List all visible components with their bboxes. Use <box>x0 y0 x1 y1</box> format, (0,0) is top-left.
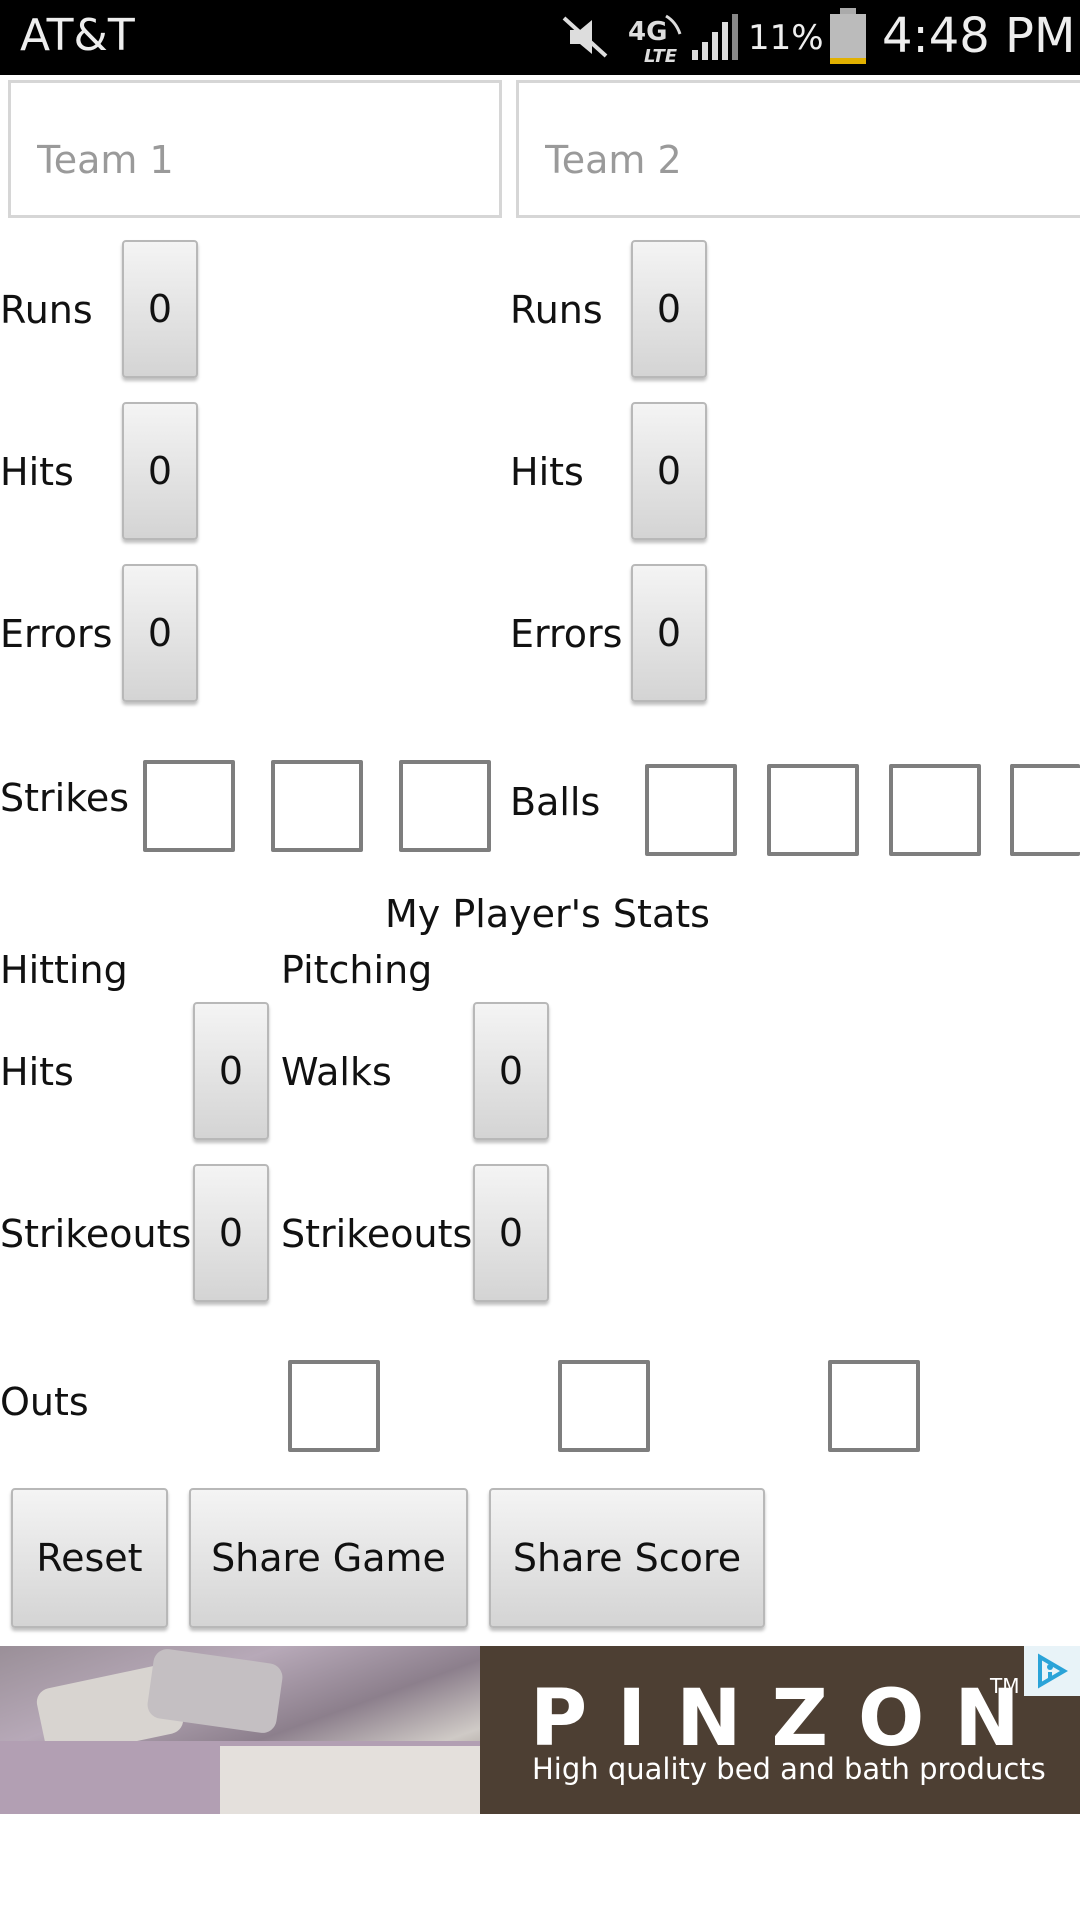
out-checkbox-2[interactable] <box>558 1360 650 1452</box>
strike-checkbox-3[interactable] <box>399 760 491 852</box>
status-bar: AT&T 4G LTE 11% 4:48 PM <box>0 0 1080 75</box>
svg-text:LTE: LTE <box>644 46 678 66</box>
strike-checkbox-2[interactable] <box>271 760 363 852</box>
share-score-button[interactable]: Share Score <box>489 1488 765 1628</box>
battery-percent: 11% <box>748 18 824 58</box>
signal-icon <box>690 14 738 66</box>
ad-bedding-photo <box>0 1646 480 1814</box>
ball-checkbox-3[interactable] <box>889 764 981 856</box>
pitching-strikeouts-counter[interactable]: 0 <box>473 1164 549 1302</box>
team1-errors-label: Errors <box>0 612 113 656</box>
battery-icon <box>828 8 868 68</box>
pitching-header: Pitching <box>281 948 433 992</box>
svg-text:4G: 4G <box>628 17 667 47</box>
hitting-hits-counter[interactable]: 0 <box>193 1002 269 1140</box>
outs-label: Outs <box>0 1380 89 1424</box>
out-checkbox-1[interactable] <box>288 1360 380 1452</box>
ad-tagline: High quality bed and bath products <box>532 1752 1046 1786</box>
team2-runs-counter[interactable]: 0 <box>631 240 707 378</box>
ball-checkbox-4[interactable] <box>1010 764 1080 856</box>
team1-runs-counter[interactable]: 0 <box>122 240 198 378</box>
carrier-label: AT&T <box>20 10 135 61</box>
reset-button[interactable]: Reset <box>11 1488 168 1628</box>
strikes-label: Strikes <box>0 776 130 820</box>
share-game-button[interactable]: Share Game <box>189 1488 468 1628</box>
team1-hits-label: Hits <box>0 450 74 494</box>
clock: 4:48 PM <box>882 8 1076 64</box>
hitting-strikeouts-label: Strikeouts <box>0 1212 192 1256</box>
team2-name-input[interactable] <box>516 80 1080 218</box>
ad-brand-logo: PINZON <box>530 1674 1050 1764</box>
team2-hits-label: Hits <box>510 450 584 494</box>
team2-errors-counter[interactable]: 0 <box>631 564 707 702</box>
player-stats-title: My Player's Stats <box>385 892 710 936</box>
team1-hits-counter[interactable]: 0 <box>122 402 198 540</box>
pitching-walks-label: Walks <box>281 1050 392 1094</box>
out-checkbox-3[interactable] <box>828 1360 920 1452</box>
hitting-strikeouts-counter[interactable]: 0 <box>193 1164 269 1302</box>
pitching-strikeouts-label: Strikeouts <box>281 1212 473 1256</box>
team2-hits-counter[interactable]: 0 <box>631 402 707 540</box>
team1-runs-label: Runs <box>0 288 93 332</box>
balls-label: Balls <box>510 780 601 824</box>
strike-checkbox-1[interactable] <box>143 760 235 852</box>
team2-errors-label: Errors <box>510 612 623 656</box>
ball-checkbox-1[interactable] <box>645 764 737 856</box>
mute-icon <box>560 14 610 64</box>
pitching-walks-counter[interactable]: 0 <box>473 1002 549 1140</box>
hitting-header: Hitting <box>0 948 128 992</box>
team1-name-input[interactable] <box>8 80 502 218</box>
ad-banner[interactable]: PINZON TM High quality bed and bath prod… <box>0 1646 1080 1814</box>
team1-errors-counter[interactable]: 0 <box>122 564 198 702</box>
team2-runs-label: Runs <box>510 288 603 332</box>
hitting-hits-label: Hits <box>0 1050 74 1094</box>
ball-checkbox-2[interactable] <box>767 764 859 856</box>
network-4g-lte-icon: 4G LTE <box>626 10 686 67</box>
adchoices-icon[interactable] <box>1024 1646 1080 1696</box>
ad-trademark: TM <box>990 1674 1020 1698</box>
